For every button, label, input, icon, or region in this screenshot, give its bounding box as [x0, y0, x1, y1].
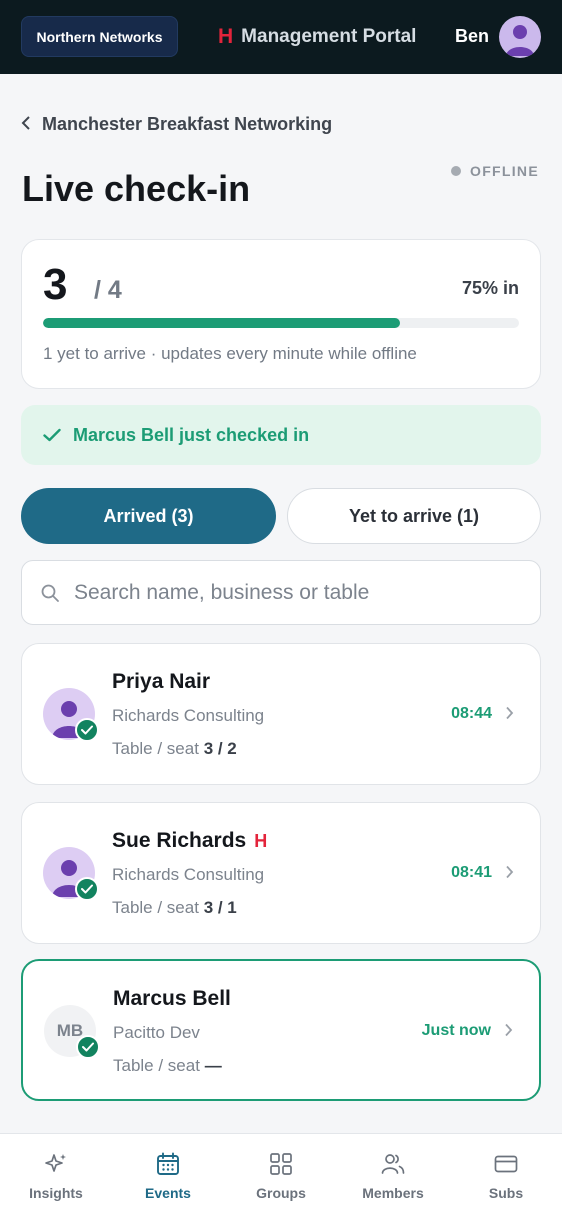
top-bar: Northern Networks H Management Portal Be… — [0, 0, 562, 74]
checkin-time: Just now — [421, 1022, 491, 1039]
sparkle-icon — [45, 1154, 66, 1172]
chevron-right-icon — [505, 704, 514, 725]
checkin-time: 08:41 — [451, 864, 492, 881]
search-input[interactable] — [74, 580, 514, 605]
nav-insights[interactable]: Insights — [0, 1134, 112, 1218]
summary-subtitle: 1 yet to arrive · updates every minute w… — [43, 344, 417, 363]
attendee-seat: Table / seat 3 / 2 — [112, 739, 237, 758]
members-icon — [381, 1154, 405, 1174]
nav-members[interactable]: Members — [337, 1134, 449, 1218]
brand-logo-icon: H — [218, 25, 234, 48]
attendee-business: Richards Consulting — [112, 706, 265, 725]
back-link[interactable]: Manchester Breakfast Networking — [21, 114, 332, 135]
status-dot-icon — [451, 166, 461, 176]
attendee-name: Priya Nair — [112, 670, 211, 693]
calendar-icon — [157, 1152, 179, 1175]
event-name: Manchester Breakfast Networking — [42, 114, 333, 134]
portal-brand: H Management Portal — [218, 24, 416, 50]
checked-in-badge-icon — [76, 1035, 100, 1059]
status-label: OFFLINE — [470, 163, 539, 179]
checkin-time: 08:44 — [451, 705, 492, 722]
connection-status: OFFLINE — [451, 163, 539, 179]
nav-groups[interactable]: Groups — [225, 1134, 337, 1218]
attendee-seat: Table / seat — — [113, 1056, 222, 1075]
attendee-name: Sue Richards H — [112, 829, 268, 852]
checkin-summary-card: 3 / 4 75% in 1 yet to arrive · updates e… — [21, 239, 541, 389]
checkin-toast: Marcus Bell just checked in — [21, 405, 541, 465]
attendee-card[interactable]: Priya Nair Richards Consulting Table / s… — [21, 643, 541, 785]
chevron-right-icon — [505, 863, 514, 884]
attendee-seat: Table / seat 3 / 1 — [112, 898, 237, 917]
grid-icon — [270, 1153, 292, 1175]
user-avatar-button[interactable] — [499, 16, 541, 58]
attendee-business: Pacitto Dev — [113, 1023, 200, 1042]
checkin-progress-bar — [43, 318, 519, 328]
search-icon — [41, 584, 59, 602]
portal-title: Management Portal — [241, 26, 417, 47]
bottom-nav: Insights Events Groups Members Subs — [0, 1133, 562, 1218]
toast-message: Marcus Bell just checked in — [73, 424, 310, 445]
tab-yet-to-arrive[interactable]: Yet to arrive (1) — [287, 488, 541, 544]
org-switcher-button[interactable]: Northern Networks — [21, 16, 178, 57]
progress-fill — [43, 318, 400, 328]
chevron-left-icon — [21, 114, 31, 135]
percent-checked-in: 75% in — [461, 278, 519, 298]
host-badge-icon: H — [254, 830, 268, 851]
search-box — [21, 560, 541, 625]
check-icon — [43, 428, 61, 442]
chevron-right-icon — [504, 1021, 513, 1042]
nav-events[interactable]: Events — [112, 1134, 224, 1218]
total-count: / 4 — [94, 276, 122, 304]
tab-arrived[interactable]: Arrived (3) — [21, 488, 276, 544]
user-avatar-icon — [506, 25, 534, 56]
checked-in-badge-icon — [75, 877, 99, 901]
page-title: Live check-in — [22, 168, 251, 209]
attendee-business: Richards Consulting — [112, 865, 265, 884]
attendee-card-recent[interactable]: MB Marcus Bell Pacitto Dev Table / seat … — [21, 959, 541, 1101]
checked-in-badge-icon — [75, 718, 99, 742]
card-icon — [494, 1155, 518, 1173]
user-name: Ben — [455, 26, 490, 46]
checked-in-count: 3 — [43, 260, 68, 309]
attendee-card[interactable]: Sue Richards H Richards Consulting Table… — [21, 802, 541, 944]
nav-subs[interactable]: Subs — [450, 1134, 562, 1218]
attendee-name: Marcus Bell — [113, 987, 231, 1010]
